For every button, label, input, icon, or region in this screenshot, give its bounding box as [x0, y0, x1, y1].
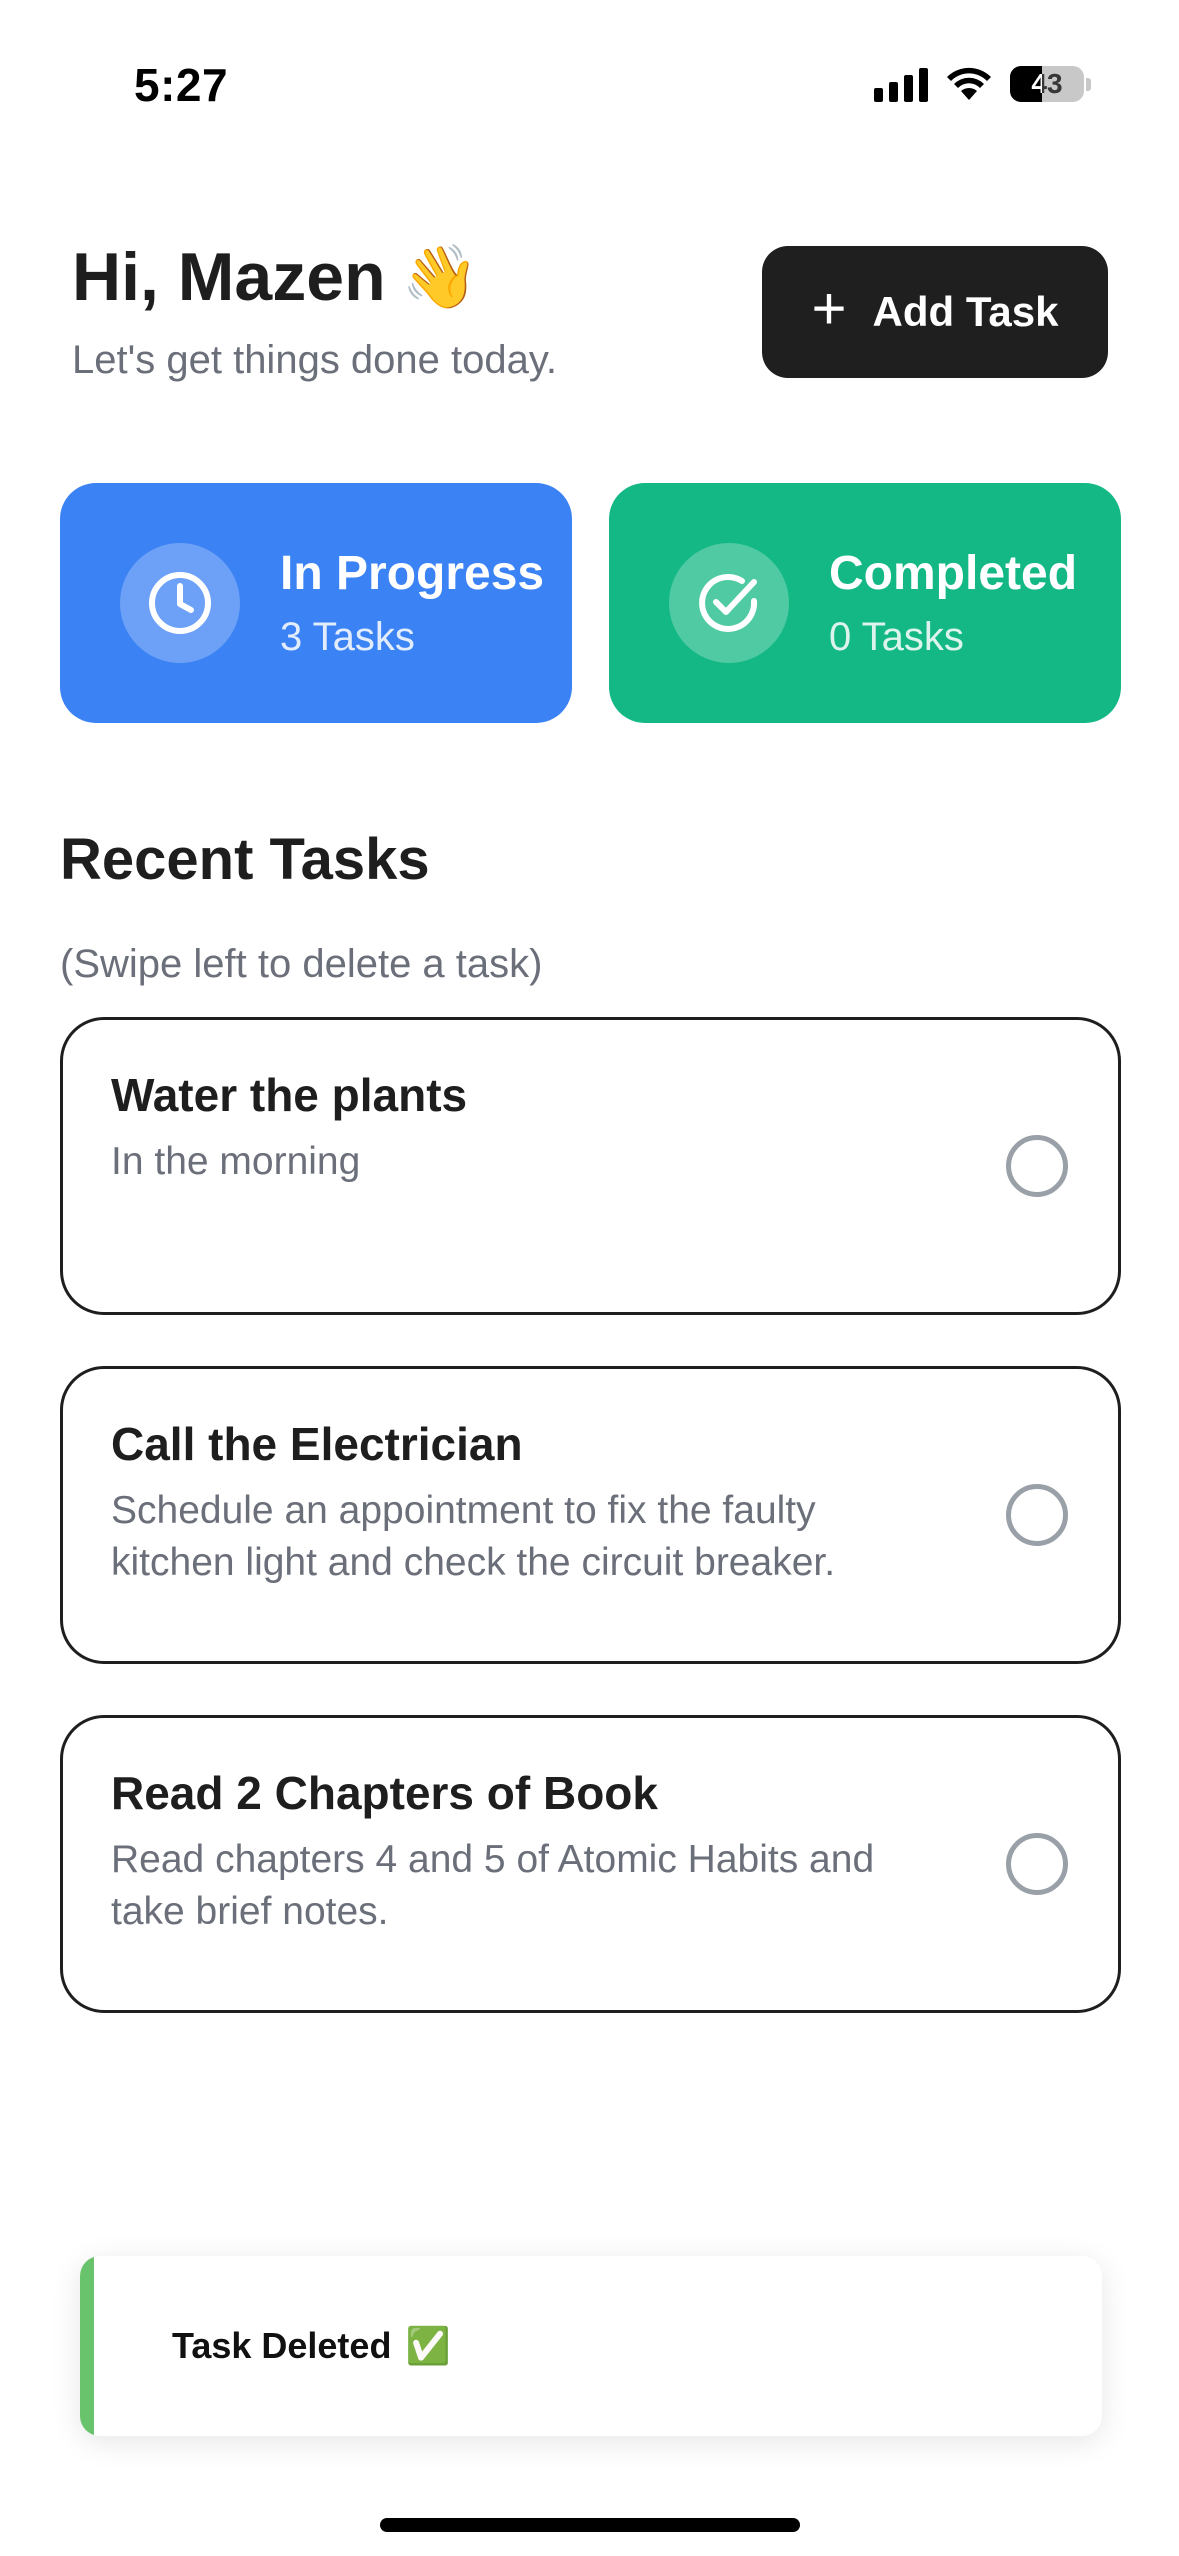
waving-hand-icon: 👋	[401, 242, 479, 312]
battery-level: 43	[1031, 68, 1063, 99]
task-description: Schedule an appointment to fix the fault…	[111, 1489, 836, 1584]
toast-accent-bar	[80, 2256, 94, 2436]
task-card[interactable]: Read 2 Chapters of Book Read chapters 4 …	[60, 1715, 1121, 2013]
swipe-hint: (Swipe left to delete a task)	[60, 942, 543, 986]
app-screen: 5:27 43 Hi, Mazen 👋 Let's get things don…	[0, 0, 1179, 2556]
task-description: In the morning	[111, 1140, 361, 1183]
cellular-signal-icon	[874, 66, 928, 102]
greeting-heading: Hi, Mazen 👋	[72, 238, 479, 316]
toast-notification[interactable]: Task Deleted ✅	[80, 2256, 1102, 2436]
task-description: Read chapters 4 and 5 of Atomic Habits a…	[111, 1838, 875, 1933]
add-task-button[interactable]: + Add Task	[762, 246, 1108, 378]
add-task-label: Add Task	[872, 288, 1059, 335]
battery-nub	[1086, 77, 1091, 91]
task-card[interactable]: Water the plants In the morning	[60, 1017, 1121, 1315]
battery-icon: 43	[1010, 66, 1084, 102]
task-title: Call the Electrician	[111, 1418, 523, 1470]
toast-message: Task Deleted	[172, 2325, 392, 2366]
status-time: 5:27	[134, 59, 229, 111]
greeting-text: Hi, Mazen	[72, 239, 386, 315]
toast-content: Task Deleted ✅	[172, 2325, 450, 2367]
task-complete-checkbox[interactable]	[1006, 1484, 1068, 1546]
completed-card[interactable]: Completed 0 Tasks	[609, 483, 1121, 723]
check-mark-emoji-icon: ✅	[405, 2325, 451, 2366]
home-indicator[interactable]	[380, 2518, 800, 2532]
task-complete-checkbox[interactable]	[1006, 1833, 1068, 1895]
status-icons: 43	[874, 66, 1091, 102]
completed-count: 0 Tasks	[829, 615, 964, 659]
plus-icon: +	[811, 275, 847, 342]
greeting-subtitle: Let's get things done today.	[72, 338, 558, 382]
in-progress-count: 3 Tasks	[280, 615, 415, 659]
task-title: Read 2 Chapters of Book	[111, 1767, 658, 1819]
completed-title: Completed	[829, 547, 1078, 600]
clock-icon	[120, 543, 240, 663]
task-title: Water the plants	[111, 1069, 468, 1121]
task-complete-checkbox[interactable]	[1006, 1135, 1068, 1197]
recent-tasks-heading: Recent Tasks	[60, 827, 430, 892]
in-progress-title: In Progress	[280, 547, 545, 600]
check-circle-icon	[669, 543, 789, 663]
wifi-icon	[947, 67, 991, 100]
task-card[interactable]: Call the Electrician Schedule an appoint…	[60, 1366, 1121, 1664]
in-progress-card[interactable]: In Progress 3 Tasks	[60, 483, 572, 723]
